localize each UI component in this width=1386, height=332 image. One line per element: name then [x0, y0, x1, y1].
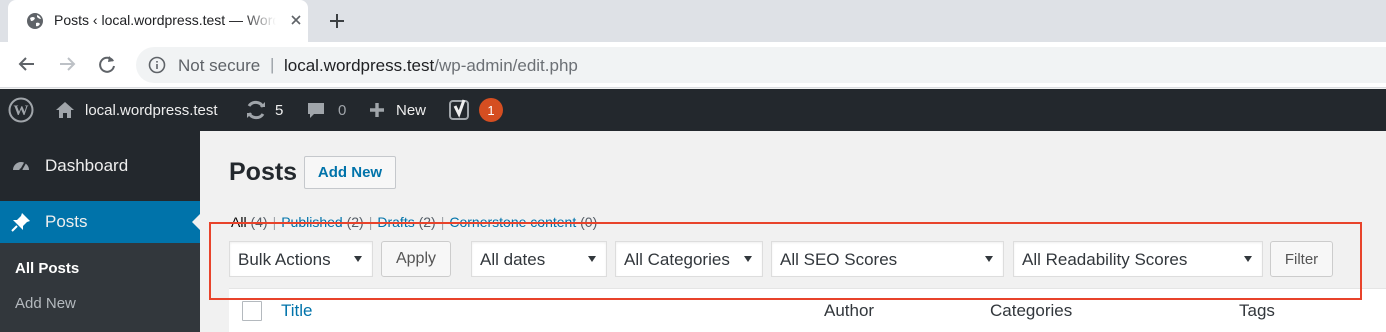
tab-title: Posts ‹ local.wordpress.test — WordPress [54, 12, 276, 28]
home-icon [56, 102, 74, 118]
sidebar-item-label: Posts [45, 212, 88, 231]
back-arrow-icon[interactable] [16, 53, 38, 75]
browser-tab[interactable]: Posts ‹ local.wordpress.test — WordPress [8, 0, 308, 42]
column-categories: Categories [990, 301, 1073, 320]
address-separator: | [270, 55, 275, 74]
submenu-all-posts[interactable]: All Posts [15, 260, 79, 277]
close-icon[interactable] [288, 12, 304, 28]
security-label: Not secure [178, 56, 261, 75]
comments-count: 0 [338, 101, 347, 119]
pushpin-icon [11, 213, 30, 232]
plus-icon [370, 103, 384, 117]
reload-icon[interactable] [96, 53, 118, 75]
page-title: Posts [229, 158, 298, 186]
seo-notification-badge: 1 [479, 98, 503, 122]
yoast-logo-icon [449, 99, 469, 120]
url-host: local.wordpress.test [284, 56, 435, 75]
posts-submenu: All Posts Add New [0, 243, 200, 332]
browser-tabstrip: Posts ‹ local.wordpress.test — WordPress [0, 0, 1386, 42]
sidebar-item-label: Dashboard [45, 156, 129, 175]
new-content-menu[interactable]: New [368, 89, 426, 131]
new-tab-plus-icon[interactable] [326, 10, 348, 32]
address-bar[interactable]: Not secure | local.wordpress.test/wp-adm… [136, 47, 1386, 83]
site-name-menu[interactable]: local.wordpress.test [55, 89, 218, 131]
wp-admin-bar: W local.wordpress.test 5 0 New 1 [0, 89, 1386, 131]
wordpress-logo-icon: W [8, 97, 34, 123]
updates-icon [247, 100, 265, 120]
sidebar-item-posts[interactable]: Posts [0, 201, 200, 243]
submenu-add-new[interactable]: Add New [15, 295, 76, 312]
comment-icon [308, 103, 324, 118]
url-path: /wp-admin/edit.php [434, 56, 578, 75]
browser-toolbar: Not secure | local.wordpress.test/wp-adm… [0, 42, 1386, 88]
column-tags: Tags [1239, 301, 1275, 320]
new-label: New [396, 101, 427, 119]
add-new-button[interactable]: Add New [304, 156, 396, 189]
updates-menu[interactable]: 5 [245, 89, 283, 131]
updates-count: 5 [275, 101, 284, 119]
comments-menu[interactable]: 0 [306, 89, 346, 131]
highlight-annotation-box [209, 222, 1362, 300]
dashboard-gauge-icon [13, 162, 29, 172]
forward-arrow-icon[interactable] [56, 53, 78, 75]
sidebar-item-dashboard[interactable]: Dashboard [0, 145, 200, 187]
site-name: local.wordpress.test [85, 101, 218, 119]
column-title[interactable]: Title [281, 301, 313, 321]
svg-text:W: W [14, 103, 29, 119]
select-all-checkbox[interactable] [242, 301, 262, 321]
url-text: local.wordpress.test/wp-admin/edit.php [284, 56, 578, 76]
info-icon[interactable] [148, 56, 166, 74]
globe-icon [27, 13, 43, 29]
yoast-seo-menu[interactable]: 1 [449, 89, 503, 131]
admin-sidebar: Dashboard Posts All Posts Add New [0, 131, 200, 332]
column-author: Author [824, 301, 875, 320]
wp-logo-menu[interactable]: W [8, 89, 34, 131]
